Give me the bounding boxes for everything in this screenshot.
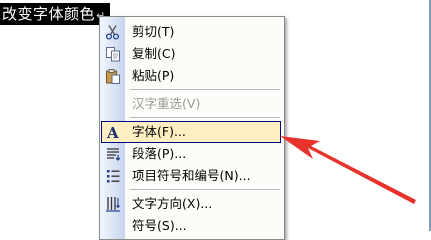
annotation-arrow-icon xyxy=(280,136,416,204)
annotation-arrow-shape xyxy=(280,136,416,204)
